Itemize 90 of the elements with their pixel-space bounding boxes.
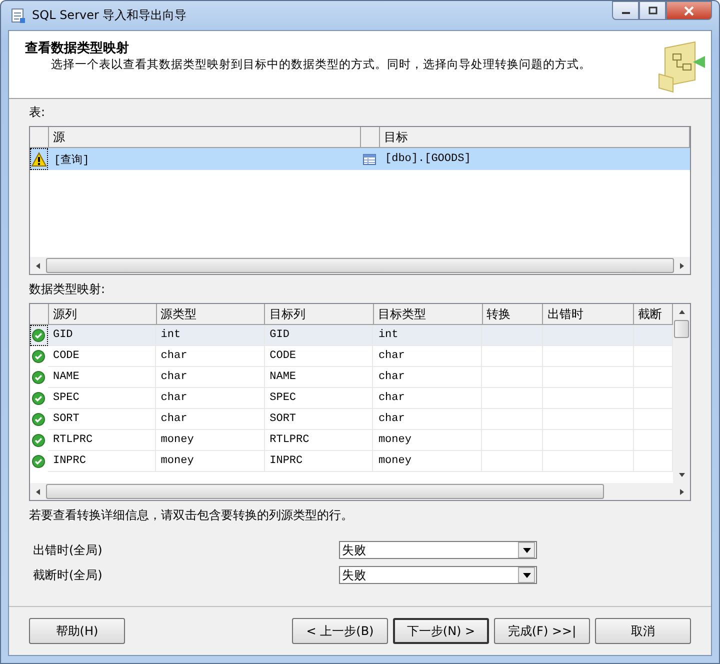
table-cell: INPRC — [48, 451, 156, 472]
table-cell: NAME — [48, 367, 156, 388]
page-title: 查看数据类型映射 — [25, 40, 130, 57]
table-cell-text: [dbo].[GOODS] — [384, 153, 472, 165]
table-cell: char — [373, 346, 482, 367]
table-cell: money — [373, 451, 482, 472]
table-cell: CODE — [264, 346, 374, 367]
table-cell: char — [373, 388, 482, 409]
scroll-left-icon[interactable] — [34, 262, 42, 270]
horizontal-scrollbar[interactable] — [30, 257, 690, 274]
table-cell: INPRC — [264, 451, 374, 472]
table-row[interactable]: INPRC money INPRC money — [30, 451, 673, 472]
option-label: 截断时(全局) — [32, 566, 104, 584]
table-cell: money — [373, 430, 482, 451]
warning-icon — [31, 152, 47, 166]
table-cell: int — [373, 325, 482, 346]
table-cell: SPEC — [264, 388, 374, 409]
table-cell: char — [156, 346, 265, 367]
table-cell: money — [156, 430, 265, 451]
table-cell: GID — [48, 325, 156, 346]
table-row[interactable]: [查询] [dbo].[GOODS] — [30, 148, 690, 170]
table-cell: char — [373, 409, 482, 430]
scroll-thumb[interactable] — [46, 484, 604, 499]
table-cell: char — [373, 367, 482, 388]
table-cell: char — [156, 388, 265, 409]
dropdown[interactable]: 失败 — [339, 541, 537, 559]
scroll-up-icon[interactable] — [678, 308, 686, 316]
scroll-right-icon[interactable] — [678, 262, 686, 270]
page-description: 选择一个表以查看其数据类型映射到目标中的数据类型的方式。同时，选择向导处理转换问题的方式。 — [50, 57, 592, 72]
scroll-thumb[interactable] — [674, 320, 689, 338]
table-cell: NAME — [264, 367, 374, 388]
column-header[interactable]: 转换 — [482, 304, 544, 324]
table-cell: CODE — [48, 346, 156, 367]
column-header[interactable]: 出错时 — [543, 304, 634, 324]
check-icon — [32, 455, 46, 468]
table-cell: char — [156, 367, 265, 388]
table-cell: SPEC — [48, 388, 156, 409]
table-cell: char — [156, 409, 265, 430]
check-icon — [32, 392, 46, 405]
column-header[interactable]: 源列 — [48, 304, 157, 324]
column-header[interactable]: 源 — [49, 127, 361, 147]
table-cell: GID — [264, 325, 374, 346]
section-label: 数据类型映射: — [29, 281, 106, 298]
table-row[interactable]: SORT char SORT char — [30, 409, 673, 430]
help-button[interactable]: 帮助(H) — [29, 618, 125, 644]
table-cell-text: [查询] — [53, 153, 90, 166]
column-header[interactable]: 目标列 — [265, 304, 374, 324]
table-row[interactable]: RTLPRC money RTLPRC money — [30, 430, 673, 451]
table-row[interactable]: GID int GID int — [30, 325, 673, 346]
table-icon — [363, 154, 376, 164]
column-header[interactable]: 目标类型 — [374, 304, 483, 324]
next-button[interactable]: 下一步(N) > — [393, 618, 489, 644]
table-row[interactable]: SPEC char SPEC char — [30, 388, 673, 409]
table-cell: RTLPRC — [48, 430, 156, 451]
scroll-thumb[interactable] — [46, 258, 674, 273]
dropdown-arrow-icon — [522, 572, 530, 578]
table-cell: SORT — [48, 409, 156, 430]
wizard-button[interactable]: 取消 — [595, 618, 691, 644]
wizard-button[interactable]: 完成(F) >>| — [494, 618, 590, 644]
check-icon — [32, 329, 46, 342]
hint-text: 若要查看转换详细信息，请双击包含要转换的列源类型的行。 — [29, 507, 354, 524]
horizontal-scrollbar[interactable] — [30, 483, 690, 500]
close-icon — [683, 6, 695, 16]
window-title: SQL Server 导入和导出向导 — [32, 7, 187, 24]
scroll-left-icon[interactable] — [34, 488, 42, 496]
scroll-down-icon[interactable] — [678, 471, 686, 479]
check-icon — [32, 350, 46, 363]
scroll-right-icon[interactable] — [678, 488, 686, 496]
check-icon — [32, 434, 46, 447]
option-label: 出错时(全局) — [32, 542, 104, 558]
vertical-scrollbar[interactable] — [673, 304, 690, 483]
app-icon — [10, 8, 26, 24]
table-cell: int — [156, 325, 265, 346]
column-header[interactable]: 目标 — [380, 127, 690, 147]
table-row[interactable]: CODE char CODE char — [30, 346, 673, 367]
close-button[interactable] — [666, 1, 712, 20]
check-icon — [32, 413, 46, 426]
table-cell: SORT — [264, 409, 374, 430]
dropdown[interactable]: 失败 — [339, 566, 537, 584]
maximize-icon — [648, 6, 658, 15]
check-icon — [32, 371, 46, 384]
table-cell: money — [156, 451, 265, 472]
maximize-button[interactable] — [639, 1, 666, 20]
column-header[interactable]: 源类型 — [156, 304, 266, 324]
section-label: 表: — [29, 104, 46, 121]
wizard-button[interactable]: < 上一步(B) — [292, 618, 388, 644]
table-cell: RTLPRC — [264, 430, 374, 451]
dropdown-arrow-icon — [522, 548, 530, 552]
table-row[interactable]: NAME char NAME char — [30, 367, 673, 388]
minimize-button[interactable] — [612, 1, 639, 20]
